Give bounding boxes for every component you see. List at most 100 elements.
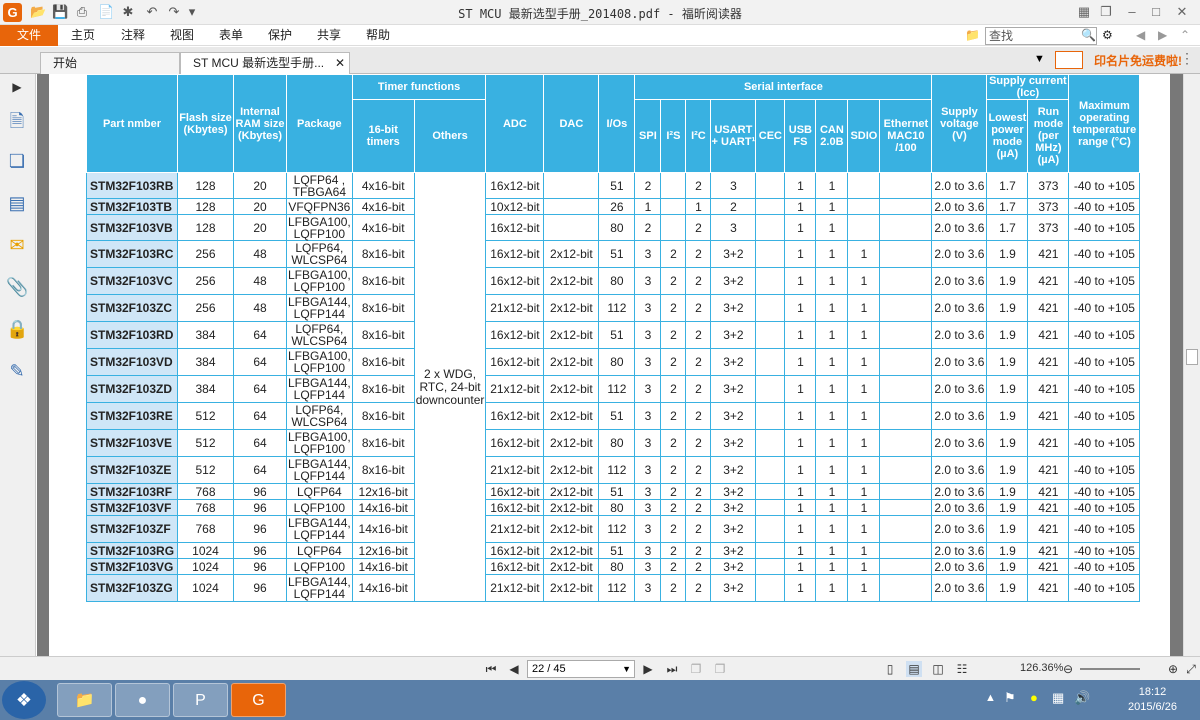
explorer-icon[interactable]: 📁 [57, 683, 112, 717]
cell-usb: 1 [784, 198, 817, 215]
cell-lowest-power: 1.9 [986, 294, 1029, 322]
cell-package: LQFP64, WLCSP64 [286, 240, 353, 268]
layers-icon[interactable]: ▤ [6, 192, 28, 214]
search-icon[interactable]: 🔍 [1081, 25, 1096, 46]
page-dropdown-icon[interactable]: ▼ [622, 661, 631, 677]
dropdown-icon[interactable]: ▼ [1034, 53, 1045, 65]
ad-text[interactable]: 印名片免运费啦! [1094, 52, 1182, 69]
collapse-ribbon-icon[interactable]: ⌃ [1180, 25, 1190, 46]
cell-ios: 80 [598, 429, 636, 457]
menu-help[interactable]: 帮助 [366, 25, 390, 46]
cell-adc: 16x12-bit [485, 348, 545, 376]
cell-usart: 3+2 [710, 456, 757, 484]
previous-page-icon[interactable]: ◀ [506, 661, 522, 677]
app-icon-green[interactable]: ● [115, 683, 170, 717]
continuous-page-icon[interactable]: ▤ [906, 661, 922, 677]
cell-ethernet [879, 267, 933, 295]
cell-run-mode: 373 [1027, 198, 1070, 215]
menu-form[interactable]: 表单 [219, 25, 243, 46]
signature-icon[interactable]: ✎ [6, 360, 28, 382]
table-row: STM32F103VB 128 20 LFBGA100, LQFP100 4x16-bi… [86, 214, 1141, 241]
zoom-out-icon[interactable]: ⊖ [1060, 661, 1076, 677]
cell-part-number: STM32F103RD [86, 321, 178, 349]
zoom-slider[interactable] [1080, 668, 1140, 670]
zoom-level[interactable]: 126.36% [1020, 662, 1063, 674]
tray-app-icon[interactable]: ● [1030, 690, 1038, 705]
cell-spi: 3 [634, 456, 662, 484]
cell-dac [543, 198, 600, 215]
facing-page-icon[interactable]: ◫ [930, 661, 946, 677]
pages-icon[interactable]: ❏ [6, 150, 28, 172]
page-thumbnail-icon[interactable]: 🗎 [6, 110, 28, 132]
vertical-scrollbar[interactable] [1183, 74, 1200, 656]
minimize-button[interactable]: – [1122, 3, 1142, 21]
continuous-facing-icon[interactable]: ☷ [954, 661, 970, 677]
tray-arrow-icon[interactable]: ▲ [985, 692, 996, 704]
cell-usb: 1 [784, 402, 817, 430]
cell-spi: 3 [634, 375, 662, 403]
tab-document[interactable]: ST MCU 最新选型手册... ✕ [180, 52, 350, 74]
grid-icon[interactable]: ▦ [1074, 3, 1094, 21]
maximize-button[interactable]: □ [1146, 3, 1166, 21]
powerpoint-icon[interactable]: P [173, 683, 228, 717]
page-number-input[interactable]: 22 / 45 ▼ [527, 660, 635, 678]
tray-flag-icon[interactable]: ⚑ [1004, 690, 1016, 706]
volume-icon[interactable]: 🔊 [1074, 690, 1090, 706]
find-folder-icon[interactable]: 📁 [965, 25, 980, 46]
security-icon[interactable]: 🔒 [6, 318, 28, 340]
cell-part-number: STM32F103RC [86, 240, 178, 268]
attachment-icon[interactable]: 📎 [6, 276, 28, 298]
cell-temperature-range: -40 to +105 [1068, 542, 1141, 559]
next-page-icon[interactable]: ▶ [640, 661, 656, 677]
previous-view-icon[interactable]: ❐ [688, 661, 704, 677]
header-ethernet: Ethernet MAC10 /100 [879, 99, 933, 173]
first-page-icon[interactable]: ⏮ [483, 661, 499, 677]
table-row: STM32F103ZE 512 64 LFBGA144, LQFP144 8x16-bi… [86, 456, 1141, 484]
cell-i2c: 2 [685, 294, 712, 322]
network-icon[interactable]: ▦ [1052, 690, 1064, 706]
next-view-icon[interactable]: ❐ [712, 661, 728, 677]
fullscreen-icon[interactable]: ⤢ [1183, 661, 1199, 677]
cell-can: 1 [815, 267, 849, 295]
cell-ios: 51 [598, 321, 636, 349]
foxit-reader-icon[interactable]: G [231, 683, 286, 717]
cell-ethernet [879, 198, 933, 215]
menu-home[interactable]: 主页 [71, 25, 95, 46]
close-button[interactable]: ✕ [1172, 3, 1192, 21]
window-restore-icon[interactable]: ❐ [1096, 3, 1116, 21]
cell-usb: 1 [784, 499, 817, 516]
file-menu[interactable]: 文件 [0, 25, 58, 46]
menu-view[interactable]: 视图 [170, 25, 194, 46]
cell-usart: 3+2 [710, 321, 757, 349]
menu-protect[interactable]: 保护 [268, 25, 292, 46]
document-area[interactable]: Part nmber Flash size (Kbytes) Internal … [37, 74, 1183, 656]
tab-start[interactable]: 开始 [40, 52, 180, 74]
cell-ios: 80 [598, 558, 636, 575]
expand-arrow-icon[interactable]: ▶ [6, 76, 28, 98]
forward-icon[interactable]: ▶ [1158, 25, 1167, 46]
start-button[interactable]: ❖ [2, 681, 46, 719]
cell-flash-size: 1024 [177, 542, 234, 559]
cell-temperature-range: -40 to +105 [1068, 402, 1141, 430]
cell-spi: 3 [634, 240, 662, 268]
cell-usb: 1 [784, 348, 817, 376]
scrollbar-thumb[interactable] [1186, 349, 1198, 365]
comments-icon[interactable]: ✉ [6, 234, 28, 256]
menu-comment[interactable]: 注释 [121, 25, 145, 46]
close-tab-icon[interactable]: ✕ [335, 53, 345, 73]
menu-share[interactable]: 共享 [317, 25, 341, 46]
back-icon[interactable]: ◀ [1136, 25, 1145, 46]
cell-spi: 3 [634, 558, 662, 575]
cell-temperature-range: -40 to +105 [1068, 267, 1141, 295]
cell-temperature-range: -40 to +105 [1068, 515, 1141, 543]
single-page-icon[interactable]: ▯ [882, 661, 898, 677]
cell-package: LFBGA144, LQFP144 [286, 515, 353, 543]
settings-icon[interactable]: ⚙ [1102, 25, 1113, 46]
cell-usb: 1 [784, 375, 817, 403]
cell-package: VFQFPN36 [286, 198, 353, 215]
last-page-icon[interactable]: ⏭ [664, 661, 680, 677]
zoom-in-icon[interactable]: ⊕ [1165, 661, 1181, 677]
cell-run-mode: 421 [1027, 542, 1070, 559]
clock[interactable]: 18:12 2015/6/26 [1110, 685, 1195, 715]
ad-icon[interactable] [1055, 51, 1083, 69]
